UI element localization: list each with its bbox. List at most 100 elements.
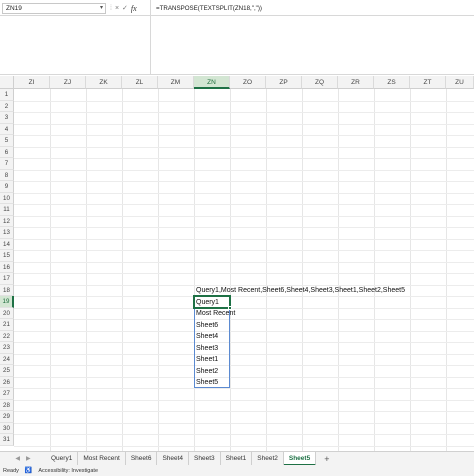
row-header-4[interactable]: 4 [0, 123, 14, 135]
row-header-10[interactable]: 10 [0, 192, 14, 204]
column-header-zu[interactable]: ZU [446, 76, 474, 89]
column-header-zk[interactable]: ZK [86, 76, 122, 89]
column-header-zm[interactable]: ZM [158, 76, 194, 89]
row-header-9[interactable]: 9 [0, 181, 14, 193]
row-header-12[interactable]: 12 [0, 215, 14, 227]
row-header-30[interactable]: 30 [0, 422, 14, 434]
enter-icon[interactable]: ✓ [122, 4, 128, 12]
grid-column-line [86, 89, 87, 451]
grid-column-line [446, 89, 447, 451]
tab-navigation: ◀ ▶ [0, 455, 46, 462]
row-header-27[interactable]: 27 [0, 388, 14, 400]
row-header-19[interactable]: 19 [0, 296, 14, 308]
column-header-zl[interactable]: ZL [122, 76, 158, 89]
row-header-18[interactable]: 18 [0, 284, 14, 296]
grid-row-line [14, 227, 474, 228]
cell-zn21[interactable]: Sheet6 [194, 320, 218, 331]
row-header-8[interactable]: 8 [0, 169, 14, 181]
column-header-zs[interactable]: ZS [374, 76, 410, 89]
row-header-14[interactable]: 14 [0, 238, 14, 250]
cell-zn20[interactable]: Most Recent [194, 308, 235, 319]
sheet-tab-sheet1[interactable]: Sheet1 [221, 451, 253, 466]
grid-row-line [14, 146, 474, 148]
sheet-tab-sheet3[interactable]: Sheet3 [189, 451, 221, 466]
grid-column-line [338, 89, 339, 451]
row-header-5[interactable]: 5 [0, 135, 14, 147]
formula-area-border [0, 74, 474, 75]
name-box[interactable]: ZN19 ▾ [2, 3, 106, 14]
cell-zn22[interactable]: Sheet4 [194, 331, 218, 342]
grid-row-line [14, 399, 474, 401]
column-header-zp[interactable]: ZP [266, 76, 302, 89]
row-header-11[interactable]: 11 [0, 204, 14, 216]
grid-row-line [14, 319, 474, 320]
row-header-29[interactable]: 29 [0, 411, 14, 423]
grid-column-line [266, 89, 267, 451]
sheet-tab-sheet4[interactable]: Sheet4 [157, 451, 190, 466]
row-header-3[interactable]: 3 [0, 112, 14, 124]
insert-function-icon[interactable]: fx [131, 4, 137, 13]
row-header-25[interactable]: 25 [0, 365, 14, 377]
column-header-zq[interactable]: ZQ [302, 76, 338, 89]
row-header-6[interactable]: 6 [0, 146, 14, 158]
formula-input[interactable]: =TRANSPOSE(TEXTSPLIT(ZN18,",")) [156, 5, 262, 12]
column-header-zn[interactable]: ZN [194, 76, 230, 89]
column-header-zr[interactable]: ZR [338, 76, 374, 89]
cell-zn25[interactable]: Sheet2 [194, 366, 218, 377]
grid-row-line [14, 112, 474, 113]
grid-row-line [14, 330, 474, 332]
grid-row-line [14, 434, 474, 435]
sheet-tab-sheet2[interactable]: Sheet2 [252, 451, 284, 466]
row-header-21[interactable]: 21 [0, 319, 14, 331]
grid-row-line [14, 100, 474, 102]
row-header-22[interactable]: 22 [0, 330, 14, 342]
accessibility-icon[interactable]: ♿ [25, 467, 32, 474]
status-bar: Ready ♿ Accessibility: Investigate [0, 465, 474, 476]
grid-row-line [14, 422, 474, 424]
sheet-tab-sheet6[interactable]: Sheet6 [126, 451, 158, 466]
sheet-tab-sheet5[interactable]: Sheet5 [283, 451, 317, 466]
status-accessibility[interactable]: Accessibility: Investigate [38, 468, 98, 474]
grid-row-line [14, 123, 474, 125]
divider: ⁞ [110, 4, 112, 12]
worksheet-grid[interactable]: ZI ZJ ZK ZL ZM ZN ZO ZP ZQ ZR ZS ZT ZU 1 2 3 4 5 6 7 8 9 10 11 1… [0, 76, 474, 451]
name-box-value: ZN19 [6, 5, 22, 12]
chevron-down-icon[interactable]: ▾ [100, 4, 103, 13]
row-header-28[interactable]: 28 [0, 399, 14, 411]
row-header-13[interactable]: 13 [0, 227, 14, 239]
select-all-corner[interactable] [0, 76, 14, 89]
row-header-16[interactable]: 16 [0, 261, 14, 273]
row-header-1[interactable]: 1 [0, 89, 14, 101]
cancel-icon[interactable]: × [115, 5, 119, 12]
sheet-tab-bar: ◀ ▶ Query1 Most Recent Sheet6 Sheet4 Sheet3 S… [0, 451, 474, 466]
row-header-24[interactable]: 24 [0, 353, 14, 365]
grid-row-line [14, 181, 474, 182]
grid-row-line [14, 215, 474, 217]
row-header-26[interactable]: 26 [0, 376, 14, 388]
chevron-right-icon[interactable]: ▶ [26, 455, 31, 462]
fill-handle[interactable] [228, 305, 232, 310]
row-header-20[interactable]: 20 [0, 307, 14, 319]
cell-zn26[interactable]: Sheet5 [194, 377, 218, 388]
column-header-zi[interactable]: ZI [14, 76, 50, 89]
chevron-left-icon[interactable]: ◀ [15, 455, 20, 462]
row-header-17[interactable]: 17 [0, 273, 14, 285]
grid-row-line [14, 388, 474, 389]
formula-tools: ⁞ × ✓ fx [110, 2, 137, 14]
column-header-zt[interactable]: ZT [410, 76, 446, 89]
row-header-23[interactable]: 23 [0, 342, 14, 354]
cell-zn24[interactable]: Sheet1 [194, 354, 218, 365]
column-header-zo[interactable]: ZO [230, 76, 266, 89]
row-header-2[interactable]: 2 [0, 100, 14, 112]
row-header-7[interactable]: 7 [0, 158, 14, 170]
column-header-zj[interactable]: ZJ [50, 76, 86, 89]
row-header-31[interactable]: 31 [0, 434, 14, 446]
grid-row-line [14, 261, 474, 263]
row-header-15[interactable]: 15 [0, 250, 14, 262]
grid-column-line [158, 89, 159, 451]
sheet-tab-query1[interactable]: Query1 [46, 451, 79, 466]
sheet-tab-most-recent[interactable]: Most Recent [78, 451, 126, 466]
add-sheet-button[interactable]: + [324, 454, 329, 464]
cell-zn23[interactable]: Sheet3 [194, 343, 218, 354]
active-cell-selection[interactable] [193, 295, 231, 309]
